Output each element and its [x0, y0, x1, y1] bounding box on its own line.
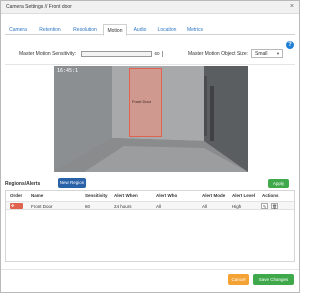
camera-preview[interactable]: 16:45:1 Front Door	[54, 66, 248, 172]
divider	[5, 64, 295, 65]
column-header-order: Order	[10, 193, 23, 198]
tab-motion[interactable]: Motion	[103, 24, 127, 36]
footer-divider	[1, 269, 299, 270]
dialog-titlebar: Camera Settings // Front door ×	[1, 1, 299, 14]
dialog-title: Camera Settings // Front door	[6, 4, 72, 10]
regions-title: Regions/Alerts	[5, 181, 41, 187]
cancel-button[interactable]: Cancel	[228, 274, 249, 285]
object-size-label: Master Motion Object Size:	[188, 51, 249, 57]
edit-icon[interactable]: ✎	[261, 203, 268, 209]
column-header-alert-who: Alert Who	[156, 193, 178, 198]
camera-timestamp: 16:45:1	[57, 68, 79, 74]
column-header-alert-mode: Alert Mode	[202, 193, 226, 198]
tab-retention[interactable]: Retention	[35, 24, 65, 35]
row-name: Front Door	[31, 204, 53, 209]
tab-audio[interactable]: Audio	[130, 24, 150, 35]
save-changes-button[interactable]: Save Changes	[253, 274, 294, 285]
new-region-button[interactable]: New Region	[58, 178, 86, 188]
delete-icon[interactable]: 🗑	[271, 203, 278, 209]
row-alert-level: High	[232, 204, 242, 209]
sensitivity-value[interactable]: 60	[151, 51, 162, 57]
column-header-alert-when: Alert When	[114, 193, 138, 198]
tab-camera[interactable]: Camera	[5, 24, 31, 35]
settings-tabs: Camera Retention Resolution Motion Audio…	[5, 24, 295, 36]
table-row[interactable]: ✥ Front Door 60 24 hours All All High ✎ …	[6, 201, 294, 210]
drag-handle[interactable]: ✥	[10, 203, 23, 209]
row-sensitivity: 60	[85, 204, 91, 209]
tab-metrics[interactable]: Metrics	[184, 24, 206, 35]
camera-settings-dialog: Camera Settings // Front door × Camera R…	[0, 0, 300, 293]
row-alert-who: All	[156, 204, 162, 209]
object-size-value: Small	[255, 51, 268, 57]
move-icon: ✥	[11, 203, 15, 208]
row-alert-when: 24 hours	[114, 204, 132, 209]
sensitivity-label: Master Motion Sensitivity:	[19, 51, 76, 57]
column-header-actions: Actions	[262, 193, 279, 198]
sensitivity-slider[interactable]: 60	[81, 51, 163, 57]
chevron-down-icon: ▼	[276, 51, 280, 56]
close-icon[interactable]: ×	[290, 3, 294, 10]
regions-table: Order Name Sensitivity Alert When Alert …	[5, 190, 295, 262]
column-header-alert-level: Alert Level	[232, 193, 256, 198]
tab-location[interactable]: Location	[154, 24, 180, 35]
apply-button[interactable]: Apply	[268, 179, 289, 188]
object-size-select[interactable]: Small ▼	[251, 49, 283, 58]
motion-region-label: Front Door	[132, 99, 152, 104]
column-header-sensitivity: Sensitivity	[85, 193, 108, 198]
column-header-name: Name	[31, 193, 44, 198]
motion-region[interactable]: Front Door	[129, 68, 162, 137]
help-icon[interactable]: ?	[286, 41, 294, 49]
tab-resolution[interactable]: Resolution	[69, 24, 101, 35]
row-alert-mode: All	[202, 204, 208, 209]
